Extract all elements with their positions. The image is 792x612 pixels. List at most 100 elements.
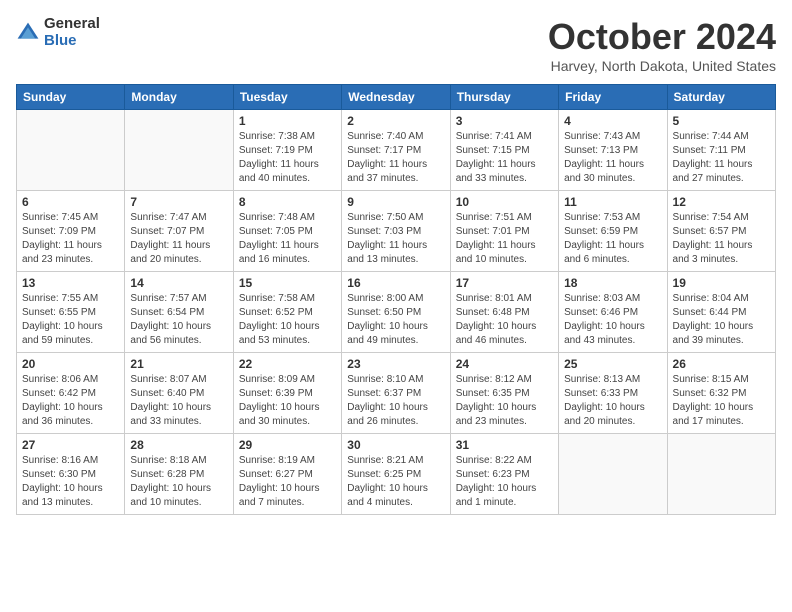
page-header: General Blue October 2024 Harvey, North … xyxy=(16,16,776,74)
day-number: 21 xyxy=(130,357,227,371)
day-number: 2 xyxy=(347,114,444,128)
day-info: Sunrise: 8:09 AM Sunset: 6:39 PM Dayligh… xyxy=(239,373,336,429)
day-number: 4 xyxy=(564,114,661,128)
calendar-cell: 20Sunrise: 8:06 AM Sunset: 6:42 PM Dayli… xyxy=(17,353,125,434)
logo-icon xyxy=(16,21,40,45)
day-number: 7 xyxy=(130,195,227,209)
calendar-cell: 4 Sunrise: 7:43 AM Sunset: 7:13 PM Daylig… xyxy=(559,110,667,191)
month-title: October 2024 xyxy=(548,16,776,58)
calendar-cell: 31 Sunrise: 8:22 AM Sunset: 6:23 PM Dayli… xyxy=(450,434,558,515)
day-info: Sunrise: 8:06 AM Sunset: 6:42 PM Dayligh… xyxy=(22,373,119,429)
calendar-cell: 12 Sunrise: 7:54 AM Sunset: 6:57 PM Dayli… xyxy=(667,191,775,272)
day-number: 8 xyxy=(239,195,336,209)
calendar-cell: 7 Sunrise: 7:47 AM Sunset: 7:07 PM Daylig… xyxy=(125,191,233,272)
day-info: Sunrise: 8:00 AM Sunset: 6:50 PM Dayligh… xyxy=(347,292,444,348)
weekday-header: Thursday xyxy=(450,85,558,110)
day-number: 25 xyxy=(564,357,661,371)
calendar-cell: 17 Sunrise: 8:01 AM Sunset: 6:48 PM Dayli… xyxy=(450,272,558,353)
day-number: 3 xyxy=(456,114,553,128)
calendar-cell: 23 Sunrise: 8:10 AM Sunset: 6:37 PM Dayli… xyxy=(342,353,450,434)
day-number: 18 xyxy=(564,276,661,290)
calendar-cell: 27 Sunrise: 8:16 AM Sunset: 6:30 PM Dayli… xyxy=(17,434,125,515)
day-info: Sunrise: 7:50 AM Sunset: 7:03 PM Dayligh… xyxy=(347,211,444,267)
calendar-cell: 11 Sunrise: 7:53 AM Sunset: 6:59 PM Dayli… xyxy=(559,191,667,272)
day-info: Sunrise: 7:45 AM Sunset: 7:09 PM Dayligh… xyxy=(22,211,119,267)
calendar-cell: 16 Sunrise: 8:00 AM Sunset: 6:50 PM Dayli… xyxy=(342,272,450,353)
calendar-cell: 3 Sunrise: 7:41 AM Sunset: 7:15 PM Daylig… xyxy=(450,110,558,191)
calendar-cell: 6 Sunrise: 7:45 AM Sunset: 7:09 PM Daylig… xyxy=(17,191,125,272)
logo-general-text: General xyxy=(44,16,100,33)
day-info: Sunrise: 7:58 AM Sunset: 6:52 PM Dayligh… xyxy=(239,292,336,348)
day-info: Sunrise: 7:43 AM Sunset: 7:13 PM Dayligh… xyxy=(564,130,661,186)
day-number: 9 xyxy=(347,195,444,209)
day-number: 10 xyxy=(456,195,553,209)
day-info: Sunrise: 7:55 AM Sunset: 6:55 PM Dayligh… xyxy=(22,292,119,348)
calendar-cell: 14 Sunrise: 7:57 AM Sunset: 6:54 PM Dayli… xyxy=(125,272,233,353)
day-number: 15 xyxy=(239,276,336,290)
calendar-cell: 1Sunrise: 7:38 AM Sunset: 7:19 PM Daylig… xyxy=(233,110,341,191)
calendar-table: SundayMondayTuesdayWednesdayThursdayFrid… xyxy=(16,84,776,515)
calendar-cell xyxy=(17,110,125,191)
day-number: 12 xyxy=(673,195,770,209)
day-number: 13 xyxy=(22,276,119,290)
day-number: 30 xyxy=(347,438,444,452)
day-info: Sunrise: 7:57 AM Sunset: 6:54 PM Dayligh… xyxy=(130,292,227,348)
calendar-cell: 21 Sunrise: 8:07 AM Sunset: 6:40 PM Dayli… xyxy=(125,353,233,434)
day-number: 24 xyxy=(456,357,553,371)
day-info: Sunrise: 8:18 AM Sunset: 6:28 PM Dayligh… xyxy=(130,454,227,510)
day-number: 14 xyxy=(130,276,227,290)
calendar-cell: 9 Sunrise: 7:50 AM Sunset: 7:03 PM Daylig… xyxy=(342,191,450,272)
day-info: Sunrise: 7:53 AM Sunset: 6:59 PM Dayligh… xyxy=(564,211,661,267)
day-number: 31 xyxy=(456,438,553,452)
calendar-cell: 29Sunrise: 8:19 AM Sunset: 6:27 PM Dayli… xyxy=(233,434,341,515)
calendar-cell: 19Sunrise: 8:04 AM Sunset: 6:44 PM Dayli… xyxy=(667,272,775,353)
calendar-header-row: SundayMondayTuesdayWednesdayThursdayFrid… xyxy=(17,85,776,110)
day-info: Sunrise: 8:15 AM Sunset: 6:32 PM Dayligh… xyxy=(673,373,770,429)
location-title: Harvey, North Dakota, United States xyxy=(548,58,776,74)
day-number: 27 xyxy=(22,438,119,452)
calendar-week-row: 6 Sunrise: 7:45 AM Sunset: 7:09 PM Daylig… xyxy=(17,191,776,272)
day-number: 23 xyxy=(347,357,444,371)
day-info: Sunrise: 7:54 AM Sunset: 6:57 PM Dayligh… xyxy=(673,211,770,267)
day-number: 28 xyxy=(130,438,227,452)
calendar-cell: 22Sunrise: 8:09 AM Sunset: 6:39 PM Dayli… xyxy=(233,353,341,434)
weekday-header: Monday xyxy=(125,85,233,110)
day-info: Sunrise: 8:03 AM Sunset: 6:46 PM Dayligh… xyxy=(564,292,661,348)
day-info: Sunrise: 7:41 AM Sunset: 7:15 PM Dayligh… xyxy=(456,130,553,186)
weekday-header: Saturday xyxy=(667,85,775,110)
weekday-header: Friday xyxy=(559,85,667,110)
day-info: Sunrise: 8:10 AM Sunset: 6:37 PM Dayligh… xyxy=(347,373,444,429)
day-number: 5 xyxy=(673,114,770,128)
calendar-cell: 8Sunrise: 7:48 AM Sunset: 7:05 PM Daylig… xyxy=(233,191,341,272)
calendar-cell: 2Sunrise: 7:40 AM Sunset: 7:17 PM Daylig… xyxy=(342,110,450,191)
day-info: Sunrise: 8:12 AM Sunset: 6:35 PM Dayligh… xyxy=(456,373,553,429)
day-info: Sunrise: 8:13 AM Sunset: 6:33 PM Dayligh… xyxy=(564,373,661,429)
calendar-cell: 5Sunrise: 7:44 AM Sunset: 7:11 PM Daylig… xyxy=(667,110,775,191)
day-info: Sunrise: 7:38 AM Sunset: 7:19 PM Dayligh… xyxy=(239,130,336,186)
day-number: 6 xyxy=(22,195,119,209)
calendar-cell: 25 Sunrise: 8:13 AM Sunset: 6:33 PM Dayli… xyxy=(559,353,667,434)
day-info: Sunrise: 8:19 AM Sunset: 6:27 PM Dayligh… xyxy=(239,454,336,510)
calendar-cell: 13 Sunrise: 7:55 AM Sunset: 6:55 PM Dayli… xyxy=(17,272,125,353)
day-number: 11 xyxy=(564,195,661,209)
day-info: Sunrise: 8:16 AM Sunset: 6:30 PM Dayligh… xyxy=(22,454,119,510)
day-info: Sunrise: 7:51 AM Sunset: 7:01 PM Dayligh… xyxy=(456,211,553,267)
calendar-cell xyxy=(125,110,233,191)
day-info: Sunrise: 7:47 AM Sunset: 7:07 PM Dayligh… xyxy=(130,211,227,267)
calendar-week-row: 13 Sunrise: 7:55 AM Sunset: 6:55 PM Dayli… xyxy=(17,272,776,353)
day-info: Sunrise: 8:07 AM Sunset: 6:40 PM Dayligh… xyxy=(130,373,227,429)
title-area: October 2024 Harvey, North Dakota, Unite… xyxy=(548,16,776,74)
calendar-cell xyxy=(667,434,775,515)
calendar-cell: 28 Sunrise: 8:18 AM Sunset: 6:28 PM Dayli… xyxy=(125,434,233,515)
day-number: 16 xyxy=(347,276,444,290)
calendar-cell: 15 Sunrise: 7:58 AM Sunset: 6:52 PM Dayli… xyxy=(233,272,341,353)
calendar-week-row: 1Sunrise: 7:38 AM Sunset: 7:19 PM Daylig… xyxy=(17,110,776,191)
calendar-week-row: 20Sunrise: 8:06 AM Sunset: 6:42 PM Dayli… xyxy=(17,353,776,434)
day-info: Sunrise: 8:01 AM Sunset: 6:48 PM Dayligh… xyxy=(456,292,553,348)
day-number: 17 xyxy=(456,276,553,290)
calendar-cell: 24 Sunrise: 8:12 AM Sunset: 6:35 PM Dayli… xyxy=(450,353,558,434)
day-info: Sunrise: 8:21 AM Sunset: 6:25 PM Dayligh… xyxy=(347,454,444,510)
calendar-cell xyxy=(559,434,667,515)
day-info: Sunrise: 8:22 AM Sunset: 6:23 PM Dayligh… xyxy=(456,454,553,510)
calendar-cell: 10 Sunrise: 7:51 AM Sunset: 7:01 PM Dayli… xyxy=(450,191,558,272)
